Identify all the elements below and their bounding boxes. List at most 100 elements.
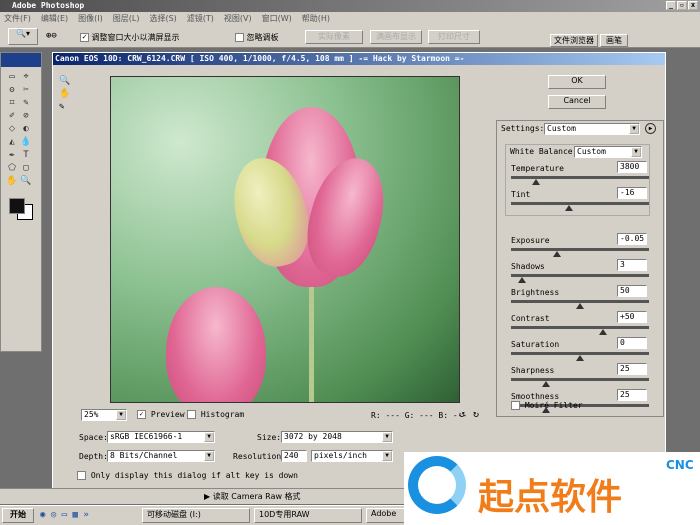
zoom-select[interactable]: 25% ▼ bbox=[81, 409, 127, 421]
histogram-checkbox[interactable]: Histogram bbox=[187, 410, 244, 419]
cancel-button[interactable]: Cancel bbox=[548, 95, 606, 109]
slider-track[interactable] bbox=[511, 300, 649, 309]
eyedropper-icon[interactable]: ✎ bbox=[59, 101, 70, 114]
tool-button[interactable]: ◐ bbox=[19, 123, 33, 136]
wb-select[interactable]: Custom ▼ bbox=[574, 146, 642, 158]
slider-value-input[interactable]: -0.05 bbox=[617, 233, 647, 245]
tool-button[interactable]: ⌗ bbox=[5, 97, 19, 110]
menu-item[interactable]: 选择(S) bbox=[149, 12, 176, 26]
resolution-input[interactable]: 240 bbox=[281, 450, 307, 462]
preview-checkbox[interactable]: ✓ Preview bbox=[137, 410, 185, 419]
quick-launch-icons[interactable]: ◉ ◎ ▭ ▦ » bbox=[40, 510, 89, 520]
slider-thumb[interactable] bbox=[541, 381, 550, 387]
tool-button[interactable]: ✒ bbox=[5, 149, 19, 162]
slider-track[interactable] bbox=[511, 352, 649, 361]
slider-track[interactable] bbox=[511, 202, 649, 211]
slider-thumb[interactable] bbox=[576, 303, 584, 309]
tool-button[interactable]: T bbox=[19, 149, 33, 162]
tool-button[interactable]: ◭ bbox=[5, 136, 19, 149]
tool-button[interactable]: 🔍 bbox=[19, 175, 33, 188]
slider-thumb[interactable] bbox=[552, 251, 561, 257]
app-title: Adobe Photoshop bbox=[12, 1, 85, 10]
slider-value-input[interactable]: 50 bbox=[617, 285, 647, 297]
menu-bar: 文件(F) 编辑(E) 图像(I) 图层(L) 选择(S) 滤镜(T) 视图(V) 窗口(W)… bbox=[0, 12, 700, 26]
image-preview[interactable] bbox=[110, 76, 460, 403]
resolution-unit-select[interactable]: pixels/inch ▼ bbox=[311, 450, 393, 462]
slider-track[interactable] bbox=[511, 378, 649, 387]
resize-window-checkbox[interactable]: ✓ 调整窗口大小以满屏显示 bbox=[80, 32, 180, 43]
slider-thumb[interactable] bbox=[518, 277, 527, 283]
color-swatches[interactable] bbox=[5, 196, 37, 226]
depth-label: Depth: bbox=[79, 452, 108, 461]
menu-item[interactable]: 帮助(H) bbox=[302, 12, 330, 26]
slider-value-input[interactable]: -16 bbox=[617, 187, 647, 199]
tool-button[interactable]: 💧 bbox=[19, 136, 33, 149]
fit-screen-button[interactable]: 满画布显示 bbox=[370, 30, 422, 44]
slider-tint: Tint -16 bbox=[497, 187, 663, 213]
menu-item[interactable]: 文件(F) bbox=[4, 12, 31, 26]
print-size-button[interactable]: 打印尺寸 bbox=[428, 30, 480, 44]
moire-checkbox[interactable]: Moiré Filter bbox=[511, 401, 583, 410]
slider-value-input[interactable]: 25 bbox=[617, 363, 647, 375]
slider-sharpness: Sharpness 25 bbox=[497, 363, 663, 389]
slider-value-input[interactable]: 25 bbox=[617, 389, 647, 401]
slider-track[interactable] bbox=[511, 326, 649, 335]
slider-value-input[interactable]: 0 bbox=[617, 337, 647, 349]
space-select[interactable]: sRGB IEC61966-1 ▼ bbox=[107, 431, 215, 443]
menu-item[interactable]: 图像(I) bbox=[78, 12, 103, 26]
hand-icon[interactable]: ✋ bbox=[59, 88, 70, 101]
resolution-label: Resolution: bbox=[233, 452, 286, 461]
tool-button[interactable]: ✐ bbox=[5, 110, 19, 123]
tool-button[interactable]: ⬠ bbox=[5, 162, 19, 175]
zoom-icon[interactable]: 🔍 bbox=[59, 75, 70, 88]
settings-select[interactable]: Custom ▼ bbox=[544, 123, 640, 135]
rotate-right-icon[interactable]: ↻ bbox=[473, 409, 479, 420]
tool-button[interactable]: ✎ bbox=[19, 97, 33, 110]
tab-brushes[interactable]: 画笔 bbox=[600, 34, 628, 47]
menu-item[interactable]: 编辑(E) bbox=[41, 12, 68, 26]
slider-track[interactable] bbox=[511, 248, 649, 257]
minimize-button[interactable]: _ bbox=[666, 1, 676, 10]
slider-track[interactable] bbox=[511, 176, 649, 185]
slider-track[interactable] bbox=[511, 274, 649, 283]
ignore-palettes-checkbox[interactable]: 忽略调板 bbox=[235, 32, 279, 43]
menu-item[interactable]: 视图(V) bbox=[224, 12, 252, 26]
restore-button[interactable]: ▫ bbox=[677, 1, 687, 10]
taskbar-item[interactable]: 可移动磁盘 (I:) bbox=[142, 508, 250, 523]
tool-button[interactable]: ⌖ bbox=[19, 71, 33, 84]
tool-button[interactable]: ⬦ bbox=[5, 123, 19, 136]
menu-item[interactable]: 窗口(W) bbox=[262, 12, 292, 26]
menu-item[interactable]: 滤镜(T) bbox=[187, 12, 214, 26]
tool-button[interactable]: ✋ bbox=[5, 175, 19, 188]
tool-button[interactable]: ✂ bbox=[19, 84, 33, 97]
start-button[interactable]: 开始 bbox=[2, 508, 34, 523]
zoom-in-out-icons[interactable]: ⊕⊖ bbox=[46, 31, 57, 41]
actual-pixels-button[interactable]: 实际像素 bbox=[305, 30, 363, 44]
slider-thumb[interactable] bbox=[531, 179, 540, 185]
rotate-left-icon[interactable]: ↺ bbox=[459, 409, 465, 420]
preview-bar: 25% ▼ ✓ Preview Histogram R: --- G: --- B… bbox=[81, 409, 479, 423]
menu-item[interactable]: 图层(L) bbox=[113, 12, 140, 26]
taskbar-item[interactable]: 10D专用RAW bbox=[254, 508, 362, 523]
tool-button[interactable]: ▭ bbox=[5, 71, 19, 84]
camera-raw-dialog: Canon EOS 10D: CRW_6124.CRW [ ISO 400, 1… bbox=[52, 52, 666, 494]
dialog-tools[interactable]: 🔍 ✋ ✎ bbox=[59, 75, 70, 114]
slider-thumb[interactable] bbox=[564, 205, 573, 211]
slider-value-input[interactable]: 3800 bbox=[617, 161, 647, 173]
zoom-tool-preset[interactable]: 🔍▾ bbox=[8, 28, 38, 45]
depth-select[interactable]: 8 Bits/Channel ▼ bbox=[107, 450, 215, 462]
slider-thumb[interactable] bbox=[599, 329, 608, 335]
tool-button[interactable]: ʘ bbox=[5, 84, 19, 97]
tool-button[interactable]: ⊘ bbox=[19, 110, 33, 123]
slider-thumb[interactable] bbox=[576, 355, 584, 361]
settings-menu-icon[interactable]: ▶ bbox=[645, 123, 656, 134]
alt-only-checkbox[interactable]: Only display this dialog if alt key is d… bbox=[77, 471, 298, 480]
tab-file-browser[interactable]: 文件浏览器 bbox=[550, 34, 598, 47]
tool-button[interactable]: ▢ bbox=[19, 162, 33, 175]
slider-value-input[interactable]: +50 bbox=[617, 311, 647, 323]
close-button[interactable]: x bbox=[688, 1, 698, 10]
slider-label: Exposure bbox=[511, 236, 550, 245]
ok-button[interactable]: OK bbox=[548, 75, 606, 89]
slider-value-input[interactable]: 3 bbox=[617, 259, 647, 271]
size-select[interactable]: 3072 by 2048 ▼ bbox=[281, 431, 393, 443]
